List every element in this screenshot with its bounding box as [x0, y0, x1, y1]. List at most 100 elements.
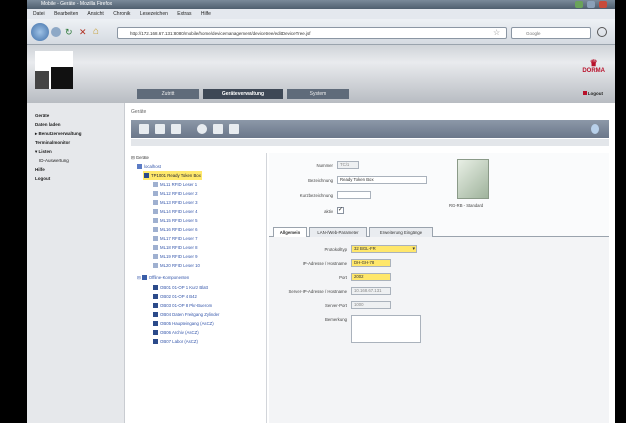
tree-reader[interactable]: ML19 RFID Leser 9: [153, 252, 198, 261]
tree-localhost[interactable]: localhost: [137, 162, 161, 171]
logout-link[interactable]: Logout: [582, 91, 603, 96]
toolbar-subbar: [131, 139, 609, 146]
sidebar-item-logout[interactable]: Logout: [27, 174, 124, 183]
tab-allgemein[interactable]: Allgemein: [273, 227, 307, 237]
delete-icon[interactable]: [171, 124, 181, 134]
stop-icon[interactable]: ✕: [79, 27, 89, 37]
network-icon[interactable]: [229, 124, 239, 134]
tree-root[interactable]: ⊟ Geräte: [131, 153, 149, 162]
menu-view[interactable]: Ansicht: [87, 11, 103, 17]
tree-offline-item[interactable]: OB01 01-OP 1 Kurz Blatt: [153, 283, 208, 292]
bezeichnung-field[interactable]: Ready Token Box: [337, 176, 427, 184]
back-icon[interactable]: [31, 23, 49, 41]
close-icon[interactable]: [599, 1, 607, 8]
menu-help[interactable]: Hilfe: [201, 11, 211, 17]
tree-reader[interactable]: ML16 RFID Leser 6: [153, 225, 198, 234]
bookmark-star-icon[interactable]: ☆: [493, 28, 500, 37]
device-detail: Nummer TC/1 Bezeichnung Ready Token Box …: [269, 153, 609, 423]
tab-zutritt[interactable]: Zutritt: [137, 89, 199, 99]
tree-offline-item-label: OB05 Haupteingang (AsCZ): [160, 321, 214, 326]
lock-icon: [153, 321, 158, 327]
tab-lan-web[interactable]: LAN-/Web-Parameter: [309, 227, 367, 237]
nummer-field[interactable]: TC/1: [337, 161, 359, 169]
reader-icon: [153, 254, 158, 260]
tree-reader[interactable]: ML11 RFID Leser 1: [153, 180, 197, 189]
lock-icon: [153, 330, 158, 336]
aktiv-label: aktiv: [324, 209, 333, 214]
sidebar-item-id-auswertung[interactable]: ID-Auswertung: [27, 156, 124, 165]
maximize-icon[interactable]: [587, 1, 595, 8]
reload-icon[interactable]: ↻: [65, 27, 75, 37]
action-toolbar: [131, 120, 609, 138]
tree-offline-item[interactable]: OB03 01-OP 8 Pkr-Buerom: [153, 301, 212, 310]
logout-icon: [582, 91, 587, 95]
lock-icon: [153, 294, 158, 300]
tree-reader[interactable]: ML14 RFID Leser 4: [153, 207, 198, 216]
reader-icon: [153, 236, 158, 242]
tree-reader-label: ML16 RFID Leser 6: [160, 227, 198, 232]
forward-icon[interactable]: [51, 27, 61, 37]
menu-file[interactable]: Datei: [33, 11, 45, 17]
main-content: Geräte ⊟ Geräte localhost TP1001 Ready T…: [125, 103, 615, 423]
menu-tools[interactable]: Extras: [177, 11, 191, 17]
search-input[interactable]: Google: [511, 27, 591, 39]
browser-window: Mobile - Geräte - Mozilla Firefox Datei …: [27, 0, 615, 423]
menu-edit[interactable]: Bearbeiten: [54, 11, 78, 17]
menu-bookmarks[interactable]: Lesezeichen: [140, 11, 168, 17]
tree-reader[interactable]: ML15 RFID Leser 5: [153, 216, 198, 225]
tree-reader-label: ML11 RFID Leser 1: [160, 182, 198, 187]
aktiv-checkbox[interactable]: ✓: [337, 207, 344, 214]
search-icon[interactable]: [597, 27, 607, 37]
crown-icon: ♛: [589, 58, 598, 68]
tree-reader[interactable]: ML18 RFID Leser 8: [153, 243, 198, 252]
tab-system[interactable]: System: [287, 89, 349, 99]
device-caption: RG-RB - Standard: [449, 203, 484, 208]
kurz-field[interactable]: [337, 191, 371, 199]
minimize-icon[interactable]: [575, 1, 583, 8]
page-title: Geräte: [131, 109, 147, 115]
help-icon[interactable]: [591, 124, 599, 134]
home-icon[interactable]: ⌂: [93, 26, 105, 38]
ip-field[interactable]: DH-GH-78: [351, 259, 391, 267]
new-icon[interactable]: [139, 124, 149, 134]
edit-icon[interactable]: [155, 124, 165, 134]
sidebar-item-listen[interactable]: ▾ Listen: [27, 147, 124, 156]
tree-reader[interactable]: ML12 RFID Leser 2: [153, 189, 198, 198]
reader-icon: [153, 191, 158, 197]
tab-erweiterung[interactable]: Erweiterung Eingänge: [369, 227, 433, 237]
tree-offline-group[interactable]: ⊟ Offline-Komponenten: [137, 273, 189, 282]
sidebar-item-terminalmonitor[interactable]: Terminalmonitor: [27, 138, 124, 147]
port-field[interactable]: 2002: [351, 273, 391, 281]
server-port-field[interactable]: 1000: [351, 301, 391, 309]
sidebar: Geräte Daten laden ▸ Benutzerverwaltung …: [27, 103, 125, 423]
tree-offline-item[interactable]: OB02 01-OP 4 B42: [153, 292, 197, 301]
sidebar-item-benutzerverwaltung[interactable]: ▸ Benutzerverwaltung: [27, 129, 124, 138]
tab-lan-web-label: LAN-/Web-Parameter: [317, 230, 359, 235]
url-bar[interactable]: http://172.168.67.131:8080/mobile/home/d…: [117, 27, 507, 39]
tree-terminal[interactable]: TP1001 Ready Token Box: [143, 171, 202, 180]
sidebar-item-hilfe[interactable]: Hilfe: [27, 165, 124, 174]
tree-offline-item[interactable]: OB04 Daten Freitgang Zylinder: [153, 310, 219, 319]
refresh-icon[interactable]: [197, 124, 207, 134]
tree-offline-item-label: OB03 01-OP 8 Pkr-Buerom: [160, 303, 213, 308]
chevron-down-icon: ▾: [412, 246, 415, 252]
nav-toolbar: ↻ ✕ ⌂ http://172.168.67.131:8080/mobile/…: [27, 19, 615, 45]
bemerkung-textarea[interactable]: [351, 315, 421, 343]
sidebar-item-geraete[interactable]: Geräte: [27, 111, 124, 120]
lock-icon: [153, 303, 158, 309]
tab-geraeteverwaltung[interactable]: Geräteverwaltung: [203, 89, 283, 99]
tree-reader[interactable]: ML17 RFID Leser 7: [153, 234, 198, 243]
menu-history[interactable]: Chronik: [113, 11, 130, 17]
tree-reader[interactable]: ML13 RFID Leser 3: [153, 198, 198, 207]
protokoll-select[interactable]: 32 BGL-FR ▾: [351, 245, 417, 253]
upload-icon[interactable]: [213, 124, 223, 134]
sidebar-item-daten-laden[interactable]: Daten laden: [27, 120, 124, 129]
tree-offline-item[interactable]: OB05 Haupteingang (AsCZ): [153, 319, 214, 328]
port-label: Port: [339, 275, 347, 280]
tree-offline-item[interactable]: OB06 Archiv (AsCZ): [153, 328, 199, 337]
tree-offline-item[interactable]: OB07 Labor (AsCZ): [153, 337, 198, 346]
tree-reader[interactable]: ML20 RFID Leser 10: [153, 261, 200, 270]
device-image: [457, 159, 489, 199]
tree-root-label: Geräte: [135, 155, 149, 160]
server-ip-field[interactable]: 10.168.67.131: [351, 287, 391, 295]
